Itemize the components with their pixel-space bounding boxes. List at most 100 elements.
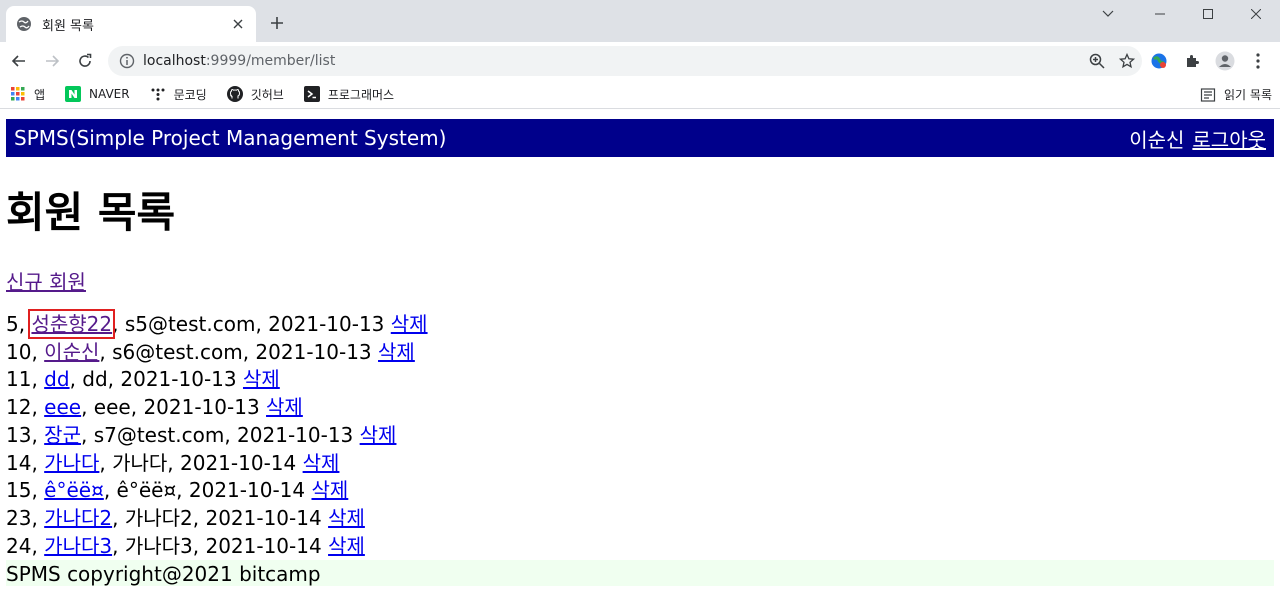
member-name-link[interactable]: 가나다 (44, 451, 99, 475)
github-icon (226, 86, 243, 102)
member-info: , dd, 2021-10-13 (69, 367, 237, 392)
bookmark-programmers[interactable]: 프로그래머스 (303, 86, 395, 103)
url-path: :9999/member/list (205, 53, 336, 69)
member-name-link[interactable]: 가나다2 (44, 506, 112, 530)
delete-link[interactable]: 삭제 (311, 478, 348, 502)
address-bar[interactable]: localhost:9999/member/list (108, 46, 1142, 76)
member-info: , ê°ëë¤, 2021-10-14 (103, 478, 306, 503)
delete-link[interactable]: 삭제 (266, 395, 303, 419)
page-content: SPMS(Simple Project Management System) 이… (0, 109, 1280, 587)
window-controls (1088, 0, 1280, 28)
member-info: , s6@test.com, 2021-10-13 (99, 339, 372, 364)
member-row: 5, 성춘향22, s5@test.com, 2021-10-13 삭제 (6, 309, 1274, 339)
member-no: 11, (6, 367, 38, 392)
reload-icon[interactable] (71, 47, 99, 75)
site-footer: SPMS copyright@2021 bitcamp (6, 560, 1274, 587)
delete-link[interactable]: 삭제 (328, 534, 365, 558)
naver-icon (65, 86, 82, 102)
delete-link[interactable]: 삭제 (243, 367, 280, 391)
reading-list-button[interactable]: 읽기 목록 (1200, 86, 1272, 103)
bookmark-label: 문코딩 (173, 87, 207, 102)
member-row: 10, 이순신, s6@test.com, 2021-10-13 삭제 (6, 339, 1274, 367)
url-host: localhost (143, 53, 206, 69)
member-name-link[interactable]: eee (44, 395, 81, 419)
new-tab-button[interactable] (266, 12, 288, 34)
member-list: 5, 성춘향22, s5@test.com, 2021-10-13 삭제 10,… (6, 309, 1274, 561)
star-icon[interactable] (1112, 46, 1142, 76)
maximize-button[interactable] (1184, 0, 1232, 28)
member-name-link[interactable]: dd (44, 367, 69, 391)
close-window-button[interactable] (1232, 0, 1280, 28)
reading-list-icon (1200, 87, 1216, 103)
page-title: 회원 목록 (6, 188, 176, 237)
apps-grid-icon (10, 86, 26, 102)
kebab-menu-icon[interactable] (1241, 47, 1274, 75)
browser-tab[interactable]: 회원 목록 (6, 6, 256, 42)
moncoding-icon (150, 86, 166, 102)
member-row: 23, 가나다2, 가나다2, 2021-10-14 삭제 (6, 505, 1274, 533)
browser-extensions (1142, 47, 1274, 75)
bookmark-label: NAVER (89, 87, 130, 101)
member-info: , eee, 2021-10-13 (81, 395, 260, 420)
member-name-link[interactable]: 장군 (44, 423, 81, 447)
tab-strip: 회원 목록 (0, 0, 1280, 42)
zoom-icon[interactable] (1082, 46, 1112, 76)
bookmark-label: 프로그래머스 (327, 87, 395, 102)
new-member-link[interactable]: 신규 회원 (6, 269, 86, 295)
minimize-button[interactable] (1136, 0, 1184, 28)
bookmarks-bar: 앱 NAVER 문코딩 깃허브 프로그래머스 읽기 목록 (0, 80, 1280, 109)
bookmark-label: 깃허브 (250, 87, 284, 102)
programmers-icon (303, 86, 320, 102)
url-text: localhost:9999/member/list (143, 53, 1082, 69)
member-no: 24, (6, 533, 38, 558)
bookmark-moncoding[interactable]: 문코딩 (150, 86, 207, 103)
extension-globe-icon[interactable] (1142, 47, 1175, 75)
member-name-link[interactable]: 이순신 (44, 340, 99, 364)
member-name-link[interactable]: ê°ëë¤ (44, 478, 104, 502)
bookmark-github[interactable]: 깃허브 (226, 86, 284, 103)
browser-toolbar: localhost:9999/member/list (0, 42, 1280, 80)
member-name-link[interactable]: 가나다3 (44, 534, 112, 558)
profile-avatar-icon[interactable] (1208, 47, 1241, 75)
back-arrow-icon[interactable] (5, 47, 33, 75)
chevron-down-icon[interactable] (1088, 0, 1128, 28)
member-row: 15, ê°ëë¤, ê°ëë¤, 2021-10-14 삭제 (6, 477, 1274, 505)
member-no: 14, (6, 450, 38, 475)
member-no: 23, (6, 505, 38, 530)
logout-link[interactable]: 로그아웃 (1192, 124, 1266, 153)
brand-title: SPMS(Simple Project Management System) (14, 126, 447, 150)
user-name: 이순신 (1129, 127, 1185, 152)
member-row: 14, 가나다, 가나다, 2021-10-14 삭제 (6, 450, 1274, 478)
member-no: 15, (6, 478, 38, 503)
forward-arrow-icon[interactable] (38, 47, 66, 75)
member-no: 12, (6, 395, 38, 420)
bookmark-naver[interactable]: NAVER (65, 86, 130, 102)
puzzle-icon[interactable] (1175, 47, 1208, 75)
member-no: 5, (6, 312, 26, 336)
member-no: 13, (6, 422, 38, 447)
member-info: , s7@test.com, 2021-10-13 (80, 422, 354, 447)
close-icon[interactable] (230, 16, 246, 32)
member-row: 13, 장군, s7@test.com, 2021-10-13 삭제 (6, 422, 1274, 450)
member-row: 24, 가나다3, 가나다3, 2021-10-14 삭제 (6, 533, 1274, 561)
bookmark-label: 앱 (34, 87, 46, 102)
delete-link[interactable]: 삭제 (303, 451, 340, 475)
delete-link[interactable]: 삭제 (391, 312, 428, 336)
member-info: , s5@test.com, 2021-10-13 (112, 312, 385, 336)
member-info: , 가나다3, 2021-10-14 (112, 533, 322, 558)
bookmark-apps[interactable]: 앱 (10, 86, 45, 103)
tab-title: 회원 목록 (42, 18, 94, 34)
member-row: 12, eee, eee, 2021-10-13 삭제 (6, 394, 1274, 422)
member-row: 11, dd, dd, 2021-10-13 삭제 (6, 366, 1274, 394)
delete-link[interactable]: 삭제 (328, 506, 365, 530)
user-area: 이순신 로그아웃 (1129, 124, 1266, 153)
delete-link[interactable]: 삭제 (378, 340, 415, 364)
member-no: 10, (6, 339, 38, 364)
member-info: , 가나다2, 2021-10-14 (112, 505, 322, 530)
member-name-link[interactable]: 성춘향22 (28, 309, 116, 339)
info-icon[interactable] (119, 53, 135, 69)
reading-list-label: 읽기 목록 (1224, 88, 1272, 102)
member-info: , 가나다, 2021-10-14 (99, 450, 297, 475)
delete-link[interactable]: 삭제 (360, 423, 397, 447)
site-header: SPMS(Simple Project Management System) 이… (6, 119, 1274, 157)
